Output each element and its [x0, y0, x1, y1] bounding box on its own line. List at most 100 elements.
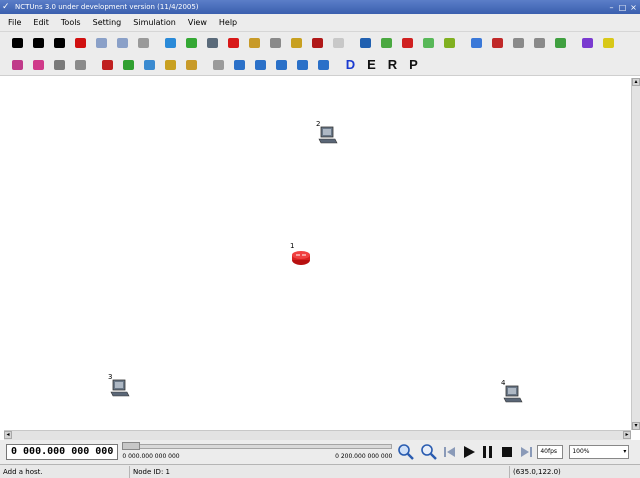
status-message: Add a host. [0, 465, 130, 478]
wireless-icon[interactable] [136, 36, 151, 51]
zoom-icon[interactable] [232, 57, 247, 72]
group-d-icon-glyph [75, 59, 86, 70]
menu-help[interactable]: Help [219, 18, 237, 27]
group-b-icon[interactable] [31, 57, 46, 72]
undo-icon-glyph [96, 38, 107, 48]
undo-icon[interactable] [94, 36, 109, 51]
stop-icon[interactable] [500, 445, 514, 459]
wall-icon[interactable] [310, 36, 325, 51]
mobile-node-icon[interactable] [268, 36, 283, 51]
pause-icon[interactable] [481, 445, 495, 459]
zoom-icon-glyph [234, 59, 245, 70]
delete-icon[interactable] [31, 36, 46, 51]
gprs-ggsn-icon[interactable] [421, 36, 436, 51]
topology-canvas[interactable]: 2 1 3 4 [4, 78, 631, 430]
switch-small-icon-glyph [123, 59, 134, 70]
zoom-in-icon-glyph [255, 59, 266, 70]
ap-small-icon[interactable] [184, 57, 199, 72]
zoom-out-icon[interactable] [420, 443, 438, 461]
zoom-value: 100% [572, 448, 590, 455]
host-icon[interactable] [205, 36, 220, 51]
zoom-fit-icon[interactable] [295, 57, 310, 72]
group-d-icon[interactable] [73, 57, 88, 72]
ruler-icon[interactable] [211, 57, 226, 72]
pointer-icon[interactable] [10, 36, 25, 51]
zoom-select[interactable]: 100% ▾ [569, 445, 630, 459]
redo-icon-glyph [117, 38, 128, 48]
redo-icon[interactable] [115, 36, 130, 51]
obstacle-icon-glyph [291, 38, 302, 48]
move-icon[interactable] [358, 36, 373, 51]
maximize-button[interactable]: □ [618, 3, 627, 12]
mode-r-button[interactable]: R [385, 57, 400, 72]
fiber-icon-glyph [513, 38, 524, 48]
switch-small-icon[interactable] [121, 57, 136, 72]
menu-simulation[interactable]: Simulation [133, 18, 176, 27]
gprs-icon[interactable] [379, 36, 394, 51]
zoom-in-icon[interactable] [397, 443, 415, 461]
menu-tools[interactable]: Tools [61, 18, 81, 27]
group-a-icon[interactable] [10, 57, 25, 72]
access-point-icon[interactable] [247, 36, 262, 51]
text-icon[interactable] [52, 36, 67, 51]
qos-router-icon[interactable] [601, 36, 616, 51]
zoom-out-icon-glyph [276, 59, 287, 70]
zoom-reset-icon[interactable] [316, 57, 331, 72]
ethernet-icon-glyph [492, 38, 503, 48]
vertical-scrollbar[interactable]: ▴ ▾ [631, 78, 640, 430]
fiber-icon[interactable] [511, 36, 526, 51]
mode-p-button[interactable]: P [406, 57, 421, 72]
fps-input[interactable]: 40fps [537, 445, 564, 459]
scroll-left-button[interactable]: ◂ [4, 431, 12, 439]
mode-d-button[interactable]: D [343, 57, 358, 72]
scroll-right-button[interactable]: ▸ [623, 431, 631, 439]
skip-to-start-icon[interactable] [443, 445, 457, 459]
view-toolbar: DERP [0, 54, 640, 76]
gprs-ggsn-icon-glyph [423, 38, 434, 48]
path-icon[interactable] [163, 57, 178, 72]
disabled-icon-glyph [333, 38, 344, 48]
group-c-icon[interactable] [52, 57, 67, 72]
hub-small-icon[interactable] [142, 57, 157, 72]
menu-file[interactable]: File [8, 18, 21, 27]
qos-node-icon-glyph [582, 38, 593, 48]
ethernet-icon[interactable] [490, 36, 505, 51]
time-slider[interactable] [122, 444, 393, 449]
time-slider-thumb[interactable] [122, 442, 141, 450]
switch-icon[interactable] [184, 36, 199, 51]
menu-setting[interactable]: Setting [93, 18, 122, 27]
menu-view[interactable]: View [188, 18, 207, 27]
title-bar: ✓ NCTUns 3.0 under development version (… [0, 0, 640, 14]
satellite-icon[interactable] [442, 36, 457, 51]
chevron-down-icon: ▾ [623, 448, 627, 455]
antenna-icon[interactable] [532, 36, 547, 51]
mode-e-button[interactable]: E [364, 57, 379, 72]
gprs-sgsn-icon[interactable] [400, 36, 415, 51]
disabled-icon[interactable] [331, 36, 346, 51]
time-start-label: 0 000.000 000 000 [122, 453, 180, 460]
zoom-in-icon[interactable] [253, 57, 268, 72]
minimize-button[interactable]: – [607, 3, 616, 12]
path-icon-glyph [165, 59, 176, 70]
ruler-icon-glyph [213, 59, 224, 70]
obstacle-icon[interactable] [289, 36, 304, 51]
optical-icon[interactable] [469, 36, 484, 51]
host-icon [503, 385, 523, 403]
scroll-down-button[interactable]: ▾ [632, 422, 640, 430]
qos-node-icon[interactable] [580, 36, 595, 51]
simulation-control-bar: 0 000.000 000 000 0 000.000 000 000 0 20… [0, 440, 640, 464]
skip-to-end-icon[interactable] [519, 445, 533, 459]
router-icon[interactable] [226, 36, 241, 51]
router-small-icon[interactable] [100, 57, 115, 72]
play-icon[interactable] [462, 445, 476, 459]
close-button[interactable]: × [629, 3, 638, 12]
antenna-icon-glyph [534, 38, 545, 48]
link-icon[interactable] [73, 36, 88, 51]
menu-edit[interactable]: Edit [33, 18, 49, 27]
zoom-out-icon[interactable] [274, 57, 289, 72]
hub-icon[interactable] [163, 36, 178, 51]
system-menu-icon[interactable]: ✓ [2, 2, 12, 12]
pole-icon[interactable] [553, 36, 568, 51]
scroll-up-button[interactable]: ▴ [632, 78, 640, 86]
horizontal-scrollbar[interactable]: ◂ ▸ [4, 430, 631, 440]
